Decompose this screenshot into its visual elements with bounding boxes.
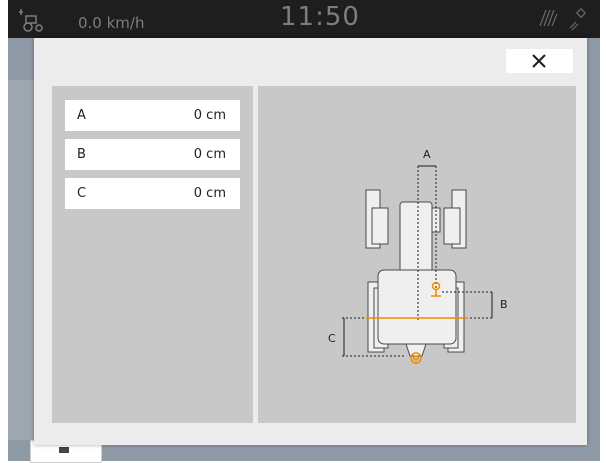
- dimension-c-label: C: [328, 332, 336, 345]
- row-a-label: A: [77, 108, 86, 123]
- rear-hitch: [405, 343, 427, 357]
- row-b[interactable]: B 0 cm: [65, 139, 240, 170]
- tractor-geometry-dialog: A 0 cm B 0 cm C 0 cm A B C: [34, 38, 587, 445]
- tractor-hood: [399, 201, 433, 273]
- close-icon: [532, 54, 546, 68]
- bezel-right: [600, 0, 606, 461]
- dimension-a-label: A: [423, 148, 431, 161]
- row-b-value: 0 cm: [193, 147, 226, 162]
- diagram-panel: A B C: [258, 86, 576, 423]
- values-panel: A 0 cm B 0 cm C 0 cm: [52, 86, 253, 423]
- tractor-cab: [377, 269, 457, 345]
- row-a-value: 0 cm: [193, 108, 226, 123]
- gps-icon: [569, 7, 587, 31]
- row-c-label: C: [77, 186, 87, 201]
- row-c[interactable]: C 0 cm: [65, 178, 240, 209]
- speed-readout: 0.0 km/h: [78, 14, 145, 32]
- field-icon: [539, 9, 558, 27]
- dimension-b-label: B: [500, 298, 508, 311]
- status-bar: 0.0 km/h 11:50: [8, 0, 600, 38]
- tractor-diagram: A B C: [328, 148, 508, 364]
- app-screen: 0.0 km/h 11:50 A 0 cm B 0 cm C 0 cm A B …: [0, 0, 606, 463]
- clock: 11:50: [280, 2, 360, 32]
- row-a[interactable]: A 0 cm: [65, 100, 240, 131]
- tractor-icon: [19, 9, 43, 32]
- row-b-label: B: [77, 147, 86, 162]
- background-strip: [8, 80, 34, 440]
- row-c-value: 0 cm: [193, 186, 226, 201]
- bezel-left: [0, 0, 8, 461]
- close-button[interactable]: [506, 49, 573, 73]
